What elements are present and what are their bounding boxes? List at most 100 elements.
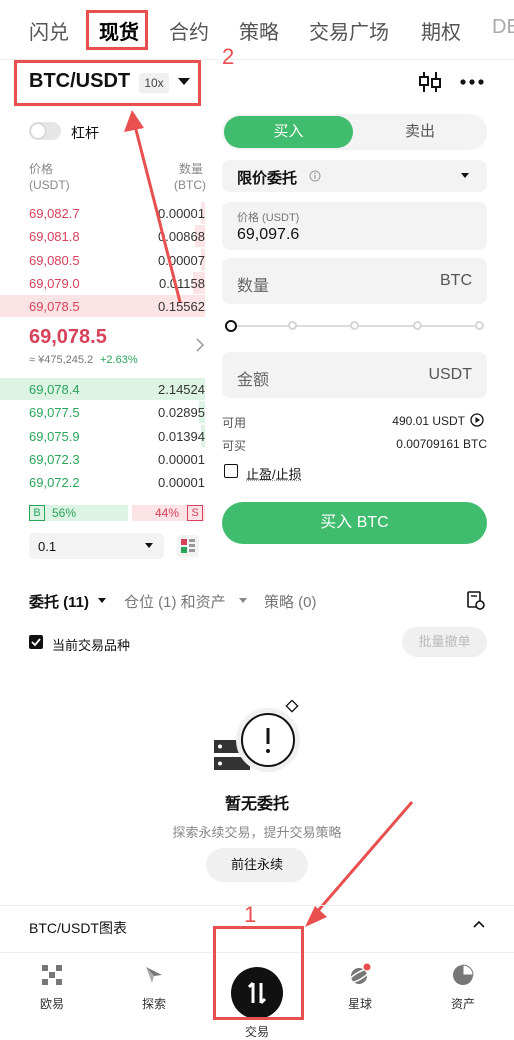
empty-subtitle: 探索永续交易，提升交易策略 [172,825,342,840]
buy-ratio-label: B [29,505,45,521]
annotation-arrow-1 [308,801,414,921]
annotation-arrowhead-2 [124,110,144,132]
current-pair-label: 当前交易品种 [52,638,131,653]
row-price: 69,078.4 [29,382,80,397]
nav-explore[interactable]: 探索 [124,963,184,1012]
bid-row[interactable]: 69,072.3 0.00001 [0,448,205,470]
chevron-down-icon[interactable] [98,598,106,603]
qty-header: 数量 [179,162,204,176]
row-price: 69,077.5 [29,405,80,421]
row-qty: 0.15562 [158,299,205,315]
tpsl-label[interactable]: 止盈/止损 [246,464,302,483]
tab-dex[interactable]: DE [492,16,514,39]
amount-input[interactable]: 金额 USDT [222,352,487,398]
annotation-label-2: 2 [222,44,235,69]
check-icon [31,638,41,647]
tab-trading-square[interactable]: 交易广场 [309,16,389,45]
row-qty: 2.14524 [158,382,205,397]
sell-ratio: 44% [155,506,180,520]
tab-swap[interactable]: 闪兑 [29,16,69,45]
tab-strategies[interactable]: 策略 (0) [264,591,317,612]
candlestick-icon[interactable] [418,70,442,94]
buy-btc-button[interactable]: 买入 BTC [222,502,487,544]
annotation-label-1: 1 [244,902,257,927]
bid-row[interactable]: 69,072.2 0.00001 [0,471,205,493]
bid-row[interactable]: 69,077.5 0.02895 [0,401,205,424]
tab-options[interactable]: 期权 [421,16,461,45]
row-price: 69,072.3 [29,451,80,467]
ask-row[interactable]: 69,082.7 0.00001 [0,202,205,224]
batch-cancel-button[interactable]: 批量撤单 [402,627,487,657]
goto-perpetual-button[interactable]: 前往永续 [206,848,308,882]
row-price: 69,080.5 [29,252,80,268]
chevron-down-icon[interactable] [239,598,247,603]
row-qty: 0.00001 [158,451,205,467]
last-price: 69,078.5 [29,326,107,348]
bid-row[interactable]: 69,078.4 2.14524 [0,378,205,400]
ask-row[interactable]: 69,081.8 0.00868 [0,225,205,248]
row-qty: 0.00001 [158,206,205,221]
pie-chart-icon [451,963,475,987]
compass-icon [142,963,166,987]
row-qty: 0.00868 [158,229,205,245]
row-price: 69,072.2 [29,475,80,491]
more-icon[interactable] [459,78,485,86]
tpsl-checkbox[interactable] [224,464,238,478]
order-type-value: 限价委托 [237,170,298,187]
quantity-input[interactable]: 数量 BTC [222,258,487,304]
slider-handle[interactable] [225,320,237,332]
buy-tab[interactable]: 买入 [224,116,353,148]
nav-assets[interactable]: 资产 [433,963,493,1012]
slider-mark-50[interactable] [350,321,359,330]
row-price: 69,082.7 [29,206,80,221]
tab-futures[interactable]: 合约 [169,16,209,45]
planet-icon [347,963,372,987]
annotation-box-spot-tab [86,10,148,50]
ask-row[interactable]: 69,078.5 0.15562 [0,295,205,318]
annotation-box-trade [213,926,304,1020]
price-input[interactable]: 价格 (USDT) 69,097.6 [222,202,487,250]
can-buy-value: 0.00709161 BTC [396,437,487,451]
tab-open-orders[interactable]: 委托 (11) [29,591,89,612]
slider-mark-100[interactable] [475,321,484,330]
bid-row[interactable]: 69,075.9 0.01394 [0,424,205,447]
available-value: 490.01 USDT [392,414,465,428]
row-price: 69,078.5 [29,299,80,315]
empty-orders-illustration [214,700,300,772]
tab-strategy[interactable]: 策略 [239,16,279,45]
annotation-box-pair [14,60,201,106]
last-price-cny: ≈ ¥475,245.2 [29,354,94,366]
margin-toggle[interactable] [29,122,61,140]
row-price: 69,079.0 [29,275,80,291]
chart-bar-title: BTC/USDT图表 [29,920,127,936]
last-price-change: +2.63% [100,354,138,366]
slider-mark-25[interactable] [288,321,297,330]
info-icon[interactable] [309,170,321,182]
price-input-label: 价格 (USDT) [237,212,300,224]
sell-tab[interactable]: 卖出 [355,116,485,148]
row-price: 69,081.8 [29,229,80,245]
row-qty: 0.01394 [158,428,205,444]
available-label: 可用 [222,416,247,430]
chevron-up-icon[interactable] [473,920,485,928]
orderbook-layout-icon[interactable] [177,535,199,557]
current-pair-checkbox[interactable] [29,635,43,649]
ask-row[interactable]: 69,079.0 0.01158 [0,271,205,294]
order-history-icon[interactable] [466,590,486,610]
margin-toggle-label: 杠杆 [71,125,99,141]
buy-ratio: 56% [52,506,77,520]
quantity-unit: BTC [440,272,472,289]
precision-select[interactable]: 0.1 [29,533,164,559]
nav-label: 交易 [244,1025,269,1039]
chevron-right-icon[interactable] [195,338,205,352]
nav-planet[interactable]: 星球 [330,963,390,1012]
tab-positions-assets[interactable]: 仓位 (1) 和资产 [124,591,226,612]
nav-okx[interactable]: 欧易 [22,963,82,1012]
buy-sell-ratio-bar: B 56% 44% S [29,505,205,521]
ask-row[interactable]: 69,080.5 0.00007 [0,248,205,271]
order-type-select[interactable]: 限价委托 [222,160,487,192]
amount-placeholder: 金额 [237,372,270,389]
chevron-down-icon [461,173,469,178]
add-circle-icon[interactable] [470,413,484,427]
slider-mark-75[interactable] [413,321,422,330]
